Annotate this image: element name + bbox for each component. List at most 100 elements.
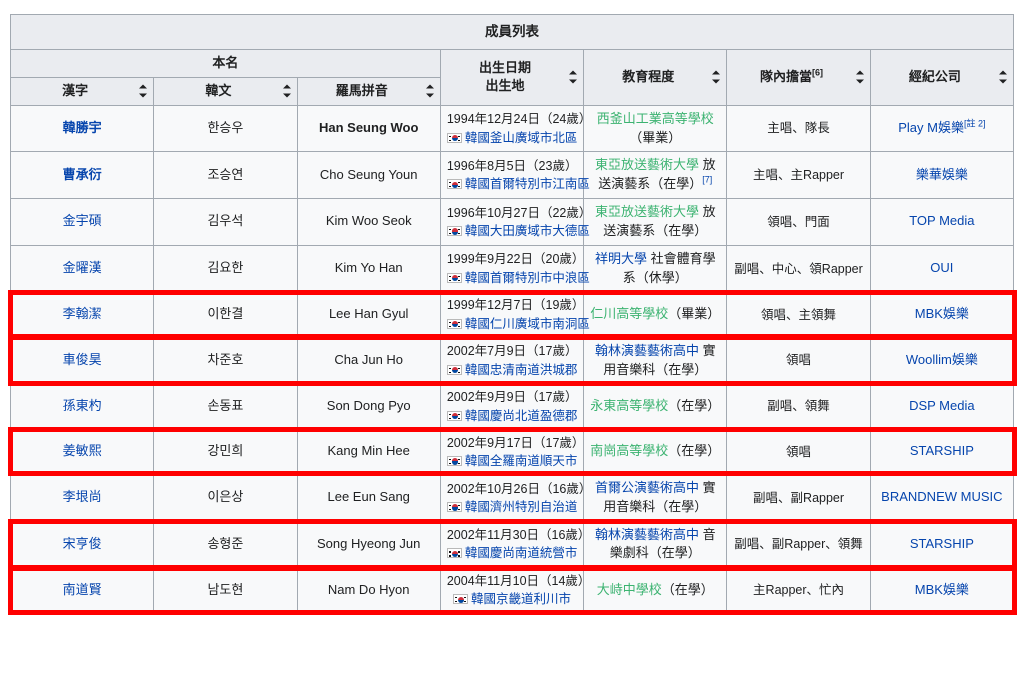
sort-arrow-icon[interactable]	[282, 84, 292, 98]
cell-birth: 2002年11月30日（16歲） 韓國慶尚南道統營市	[439, 520, 590, 569]
cell-hanja: 姜敏熙	[9, 428, 155, 475]
reference-marker[interactable]: [7]	[702, 175, 712, 185]
education-link[interactable]: 永東高等學校	[590, 398, 668, 413]
agency-link[interactable]: BRANDNEW MUSIC	[881, 489, 1002, 504]
hanja-link[interactable]: 宋亨俊	[63, 536, 102, 551]
birth-place-link[interactable]: 韓國慶尚南道統營市	[465, 546, 578, 560]
birth-place-link[interactable]: 韓國釜山廣域市北區	[465, 131, 578, 145]
cell-role: 主唱、主Rapper	[726, 151, 871, 200]
south-korea-flag-icon	[446, 501, 462, 512]
south-korea-flag-icon	[446, 132, 462, 143]
education-link[interactable]: 西釜山工業高等學校	[597, 111, 714, 126]
birth-place-link[interactable]: 韓國忠清南道洪城郡	[465, 363, 578, 377]
hanja-link[interactable]: 金曜漢	[63, 260, 102, 275]
column-header-birth[interactable]: 出生日期 出生地	[439, 49, 585, 106]
cell-education: 翰林演藝藝術高中 音樂劇科（在學）	[583, 520, 728, 569]
birth-place-link[interactable]: 韓國京畿道利川市	[471, 592, 571, 606]
birth-date: 2002年7月9日（17歲）	[446, 344, 578, 359]
hanja-link[interactable]: 李垠尚	[63, 489, 102, 504]
agency-link[interactable]: STARSHIP	[910, 443, 974, 458]
birth-place-link[interactable]: 韓國大田廣域市大德區	[465, 224, 590, 238]
birth-place-link[interactable]: 韓國濟州特別自治道	[465, 500, 578, 514]
hanja-link[interactable]: 曹承衍	[63, 167, 102, 182]
sort-arrow-icon[interactable]	[425, 84, 435, 98]
hanja-link[interactable]: 韓勝宇	[63, 120, 102, 135]
agency-link[interactable]: MBK娛樂	[915, 582, 969, 597]
cell-role: 主Rapper、忙內	[726, 567, 871, 614]
reference-marker[interactable]: [6]	[812, 68, 823, 78]
column-header-agency[interactable]: 經紀公司	[869, 49, 1015, 106]
sort-arrow-icon[interactable]	[569, 70, 578, 84]
agency-link[interactable]: OUI	[930, 260, 953, 275]
hanja-link[interactable]: 李翰潔	[63, 306, 102, 321]
agency-link[interactable]: MBK娛樂	[915, 306, 969, 321]
birth-place-link[interactable]: 韓國首爾特別市中浪區	[465, 271, 590, 285]
hanja-link[interactable]: 孫東杓	[63, 398, 102, 413]
birth-place: 韓國釜山廣域市北區	[446, 129, 578, 147]
cell-education: 東亞放送藝術大學 放送演藝系（在學）[7]	[583, 151, 728, 200]
agency-link[interactable]: 樂華娛樂	[916, 167, 968, 182]
education-link[interactable]: 仁川高等學校	[590, 306, 668, 321]
cell-education: 仁川高等學校（畢業）	[583, 291, 728, 338]
column-header-birth-date-label: 出生日期	[478, 59, 531, 75]
education-detail: （在學）	[668, 398, 721, 414]
birth-place: 韓國首爾特別市中浪區	[446, 269, 590, 287]
education-detail: （在學）	[668, 443, 721, 459]
sort-arrow-icon[interactable]	[712, 70, 721, 84]
birth-place-link[interactable]: 韓國仁川廣域市南洞區	[465, 317, 590, 331]
table-row: 孫東杓 손동표 Son Dong Pyo 2002年9月9日（17歲） 韓國慶尚北道盈德…	[9, 383, 1015, 430]
agency-link[interactable]: Woollim娛樂	[906, 352, 978, 367]
column-header-romaja[interactable]: 羅馬拼音	[296, 76, 441, 106]
cell-hangul: 남도현	[153, 567, 298, 614]
hanja-link[interactable]: 車俊昊	[63, 352, 102, 367]
hanja-link[interactable]: 姜敏熙	[63, 443, 102, 458]
cell-role: 副唱、副Rapper	[726, 473, 871, 522]
birth-place-link[interactable]: 韓國全羅南道順天市	[465, 454, 578, 468]
cell-romaja: Kim Woo Seok	[296, 198, 441, 246]
education-link[interactable]: 祥明大學	[595, 251, 647, 266]
cell-birth: 1999年12月7日（19歲） 韓國仁川廣域市南洞區	[439, 291, 590, 338]
cell-romaja: Nam Do Hyon	[296, 567, 441, 614]
education-link[interactable]: 翰林演藝藝術高中	[595, 527, 699, 542]
column-header-role[interactable]: 隊內擔當[6]	[726, 49, 871, 106]
cell-agency: STARSHIP	[869, 520, 1015, 569]
education-link[interactable]: 南崗高等學校	[590, 443, 668, 458]
agency-link[interactable]: Play M娛樂	[898, 120, 964, 135]
birth-place: 韓國慶尚北道盈德郡	[446, 407, 578, 425]
hanja-link[interactable]: 金宇碩	[63, 213, 102, 228]
education-link[interactable]: 東亞放送藝術大學	[595, 157, 699, 172]
cell-birth: 2004年11月10日（14歲） 韓國京畿道利川市	[439, 567, 590, 614]
column-header-education[interactable]: 教育程度	[583, 49, 728, 106]
agency-link[interactable]: DSP Media	[909, 398, 975, 413]
column-header-hanja[interactable]: 漢字	[9, 76, 155, 106]
education-link[interactable]: 翰林演藝藝術高中	[595, 343, 699, 358]
reference-marker[interactable]: [註 2]	[964, 119, 986, 129]
sort-arrow-icon[interactable]	[999, 70, 1008, 84]
birth-place-link[interactable]: 韓國首爾特別市江南區	[465, 177, 590, 191]
column-header-hangul[interactable]: 韓文	[153, 76, 298, 106]
agency-link[interactable]: STARSHIP	[910, 536, 974, 551]
cell-birth: 1999年9月22日（20歲） 韓國首爾特別市中浪區	[439, 244, 590, 293]
table-row: 李垠尚 이은상 Lee Eun Sang 2002年10月26日（16歲） 韓國濟州特別…	[9, 473, 1015, 522]
cell-role: 領唱	[726, 336, 871, 385]
cell-romaja: Han Seung Woo	[296, 104, 441, 153]
education-link[interactable]: 大峙中學校	[597, 582, 662, 597]
birth-place: 韓國濟州特別自治道	[446, 498, 578, 516]
agency-link[interactable]: TOP Media	[909, 213, 974, 228]
cell-hanja: 南道賢	[9, 567, 155, 614]
cell-role: 領唱	[726, 428, 871, 475]
cell-hanja: 宋亨俊	[9, 520, 155, 569]
hanja-link[interactable]: 南道賢	[63, 582, 102, 597]
cell-education: 南崗高等學校（在學）	[583, 428, 728, 475]
cell-hanja: 金曜漢	[9, 244, 155, 293]
cell-role: 副唱、中心、領Rapper	[726, 244, 871, 293]
sort-arrow-icon[interactable]	[855, 70, 865, 84]
table-row: 李翰潔 이한결 Lee Han Gyul 1999年12月7日（19歲） 韓國仁川廣域市…	[9, 291, 1015, 338]
education-link[interactable]: 首爾公演藝術高中	[595, 480, 699, 495]
cell-birth: 1996年10月27日（22歲） 韓國大田廣域市大德區	[439, 198, 591, 246]
cell-hanja: 金宇碩	[9, 198, 155, 246]
sort-arrow-icon[interactable]	[139, 84, 148, 98]
cell-agency: Woollim娛樂	[869, 336, 1015, 385]
birth-place-link[interactable]: 韓國慶尚北道盈德郡	[465, 409, 578, 423]
education-link[interactable]: 東亞放送藝術大學	[595, 204, 699, 219]
